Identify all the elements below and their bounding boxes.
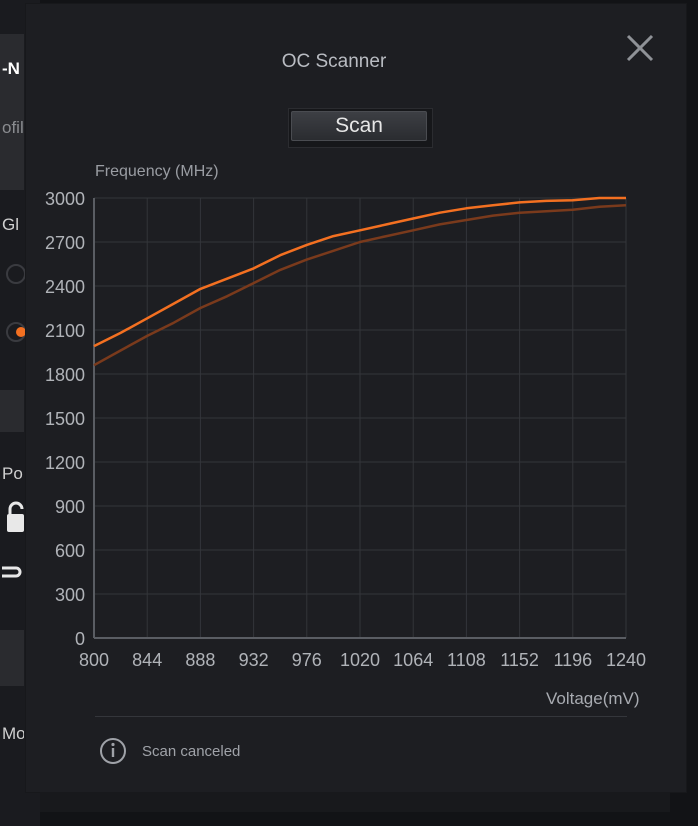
status-text: Scan canceled: [142, 743, 241, 760]
footer-divider: [95, 716, 627, 717]
y-tick-label: 2700: [45, 233, 85, 253]
x-tick-label: 1064: [393, 650, 433, 670]
x-tick-label: 844: [132, 650, 162, 670]
y-tick-label: 2100: [45, 321, 85, 341]
x-tick-label: 932: [239, 650, 269, 670]
y-tick-label: 300: [55, 585, 85, 605]
y-tick-label: 2400: [45, 277, 85, 297]
x-tick-label: 1152: [500, 650, 539, 670]
x-tick-label: 800: [79, 650, 109, 670]
info-icon: [100, 738, 126, 764]
x-tick-label: 1196: [553, 650, 592, 670]
y-tick-label: 600: [55, 541, 85, 561]
y-tick-label: 0: [75, 629, 85, 649]
y-tick-label: 900: [55, 497, 85, 517]
x-axis-label: Voltage(mV): [546, 689, 640, 708]
chart-tick-labels: 800 844 888 932 976 1020 1064 1108 1152 1196 1240 0…: [45, 189, 646, 670]
x-tick-label: 1240: [606, 650, 646, 670]
x-tick-label: 888: [185, 650, 215, 670]
x-tick-label: 1108: [447, 650, 486, 670]
y-tick-label: 1800: [45, 365, 85, 385]
x-tick-label: 1020: [340, 650, 380, 670]
x-tick-label: 976: [292, 650, 322, 670]
y-tick-label: 1200: [45, 453, 85, 473]
y-tick-label: 1500: [45, 409, 85, 429]
chart-grid: [93, 197, 627, 639]
y-tick-label: 3000: [45, 189, 85, 209]
